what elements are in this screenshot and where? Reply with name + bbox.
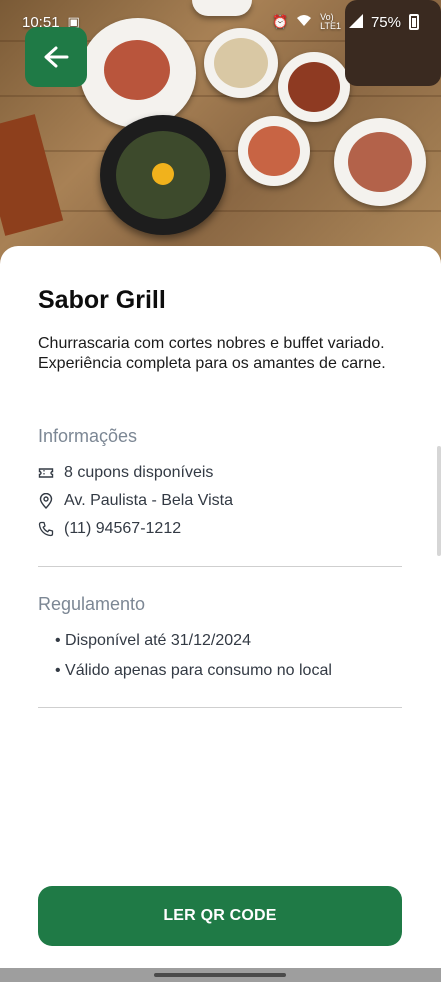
info-coupons-text: 8 cupons disponíveis bbox=[64, 464, 214, 481]
volte-icon: Vo) LTE1 bbox=[320, 12, 341, 31]
arrow-left-icon bbox=[44, 46, 69, 68]
info-phone[interactable]: (11) 94567-1212 bbox=[38, 520, 181, 538]
battery-icon bbox=[409, 14, 419, 30]
read-qr-code-button[interactable]: LER QR CODE bbox=[38, 886, 402, 946]
home-gesture-handle[interactable] bbox=[154, 973, 286, 977]
wifi-icon bbox=[296, 14, 312, 31]
location-pin-icon bbox=[39, 493, 53, 509]
restaurant-description: Churrascaria com cortes nobres e buffet … bbox=[38, 335, 386, 372]
details-sheet: Sabor Grill Churrascaria com cortes nobr… bbox=[0, 246, 441, 982]
system-nav-bar bbox=[0, 968, 441, 982]
phone-icon bbox=[38, 521, 54, 537]
info-address-text: Av. Paulista - Bela Vista bbox=[64, 492, 233, 509]
back-button[interactable] bbox=[25, 27, 87, 87]
divider bbox=[38, 707, 402, 708]
divider bbox=[38, 566, 402, 567]
battery-percent: 75% bbox=[370, 13, 401, 31]
alarm-icon: ⏰ bbox=[271, 14, 289, 29]
ticket-icon bbox=[38, 468, 54, 478]
info-section-title: Informações bbox=[38, 426, 138, 446]
rule-item: • Válido apenas para consumo no local bbox=[55, 662, 332, 679]
scrollbar[interactable] bbox=[437, 446, 441, 556]
info-coupons: 8 cupons disponíveis bbox=[38, 464, 213, 482]
rules-section-title: Regulamento bbox=[38, 594, 146, 614]
rule-item: • Disponível até 31/12/2024 bbox=[55, 632, 251, 649]
info-address: Av. Paulista - Bela Vista bbox=[38, 492, 233, 510]
signal-icon bbox=[348, 13, 363, 31]
info-phone-text: (11) 94567-1212 bbox=[64, 520, 182, 537]
restaurant-name: Sabor Grill bbox=[38, 286, 166, 314]
